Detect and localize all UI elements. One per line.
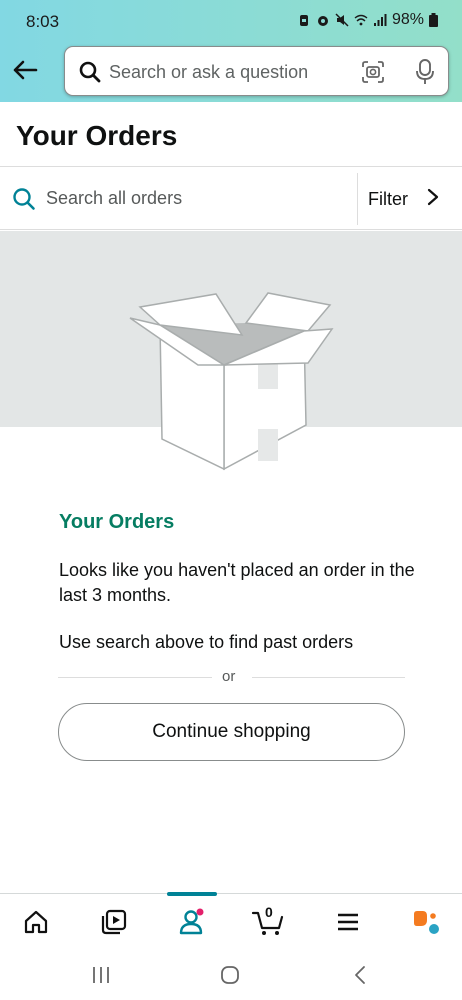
- status-time: 8:03: [26, 12, 60, 31]
- cart-count: 0: [265, 904, 273, 920]
- rufus-icon: [414, 911, 439, 934]
- empty-box-illustration: [129, 292, 334, 471]
- search-icon: [13, 188, 35, 210]
- home-nav-button[interactable]: [210, 962, 250, 988]
- empty-state-message: Looks like you haven't placed an order i…: [59, 560, 415, 605]
- orders-search-bar: Search all orders Filter: [0, 166, 462, 230]
- empty-state-title: Your Orders: [59, 511, 175, 533]
- status-icons: 98%: [297, 11, 438, 29]
- video-icon: [101, 909, 127, 935]
- search-orders-input[interactable]: Search all orders: [46, 188, 182, 209]
- divider-right: [252, 677, 405, 678]
- back-chevron-icon: [355, 966, 365, 984]
- nav-account[interactable]: [162, 894, 222, 950]
- nav-menu[interactable]: [318, 894, 378, 950]
- alarm-icon: [317, 16, 328, 26]
- back-arrow-icon: [13, 60, 38, 80]
- page-title: Your Orders: [16, 120, 178, 151]
- lock-icon: [299, 15, 308, 26]
- divider-left: [58, 677, 212, 678]
- nav-video[interactable]: [84, 894, 144, 950]
- camera-lens-icon[interactable]: [361, 60, 385, 84]
- filter-button[interactable]: Filter: [358, 167, 462, 229]
- chevron-right-icon: [427, 188, 439, 206]
- global-search-bar[interactable]: [64, 46, 449, 96]
- home-circle-icon: [221, 966, 239, 984]
- home-icon: [24, 910, 48, 934]
- continue-shopping-button[interactable]: Continue shopping: [58, 703, 405, 761]
- back-button[interactable]: [10, 56, 40, 84]
- top-header: 8:03 98%: [0, 0, 462, 102]
- wifi-icon: [354, 14, 368, 26]
- bottom-navigation: 0: [0, 892, 462, 950]
- mute-icon: [335, 13, 349, 27]
- menu-icon: [338, 913, 358, 931]
- battery-level: 98%: [391, 11, 424, 28]
- global-search-input[interactable]: [109, 59, 349, 85]
- nav-home[interactable]: [6, 894, 66, 950]
- or-separator: or: [222, 668, 236, 685]
- recents-icon: [93, 967, 109, 983]
- status-bar: 8:03 98%: [0, 0, 462, 44]
- account-icon: [179, 908, 204, 935]
- search-icon: [79, 61, 101, 83]
- nav-cart[interactable]: 0: [238, 894, 298, 950]
- filter-label: Filter: [368, 189, 408, 209]
- nav-rufus[interactable]: [396, 894, 456, 950]
- signal-icon: [373, 14, 387, 26]
- empty-state-hint: Use search above to find past orders: [59, 632, 354, 652]
- recents-button[interactable]: [81, 962, 121, 988]
- microphone-icon[interactable]: [415, 59, 435, 85]
- system-navigation-bar: [0, 950, 462, 1000]
- battery-icon: [429, 13, 438, 27]
- system-back-button[interactable]: [340, 962, 380, 988]
